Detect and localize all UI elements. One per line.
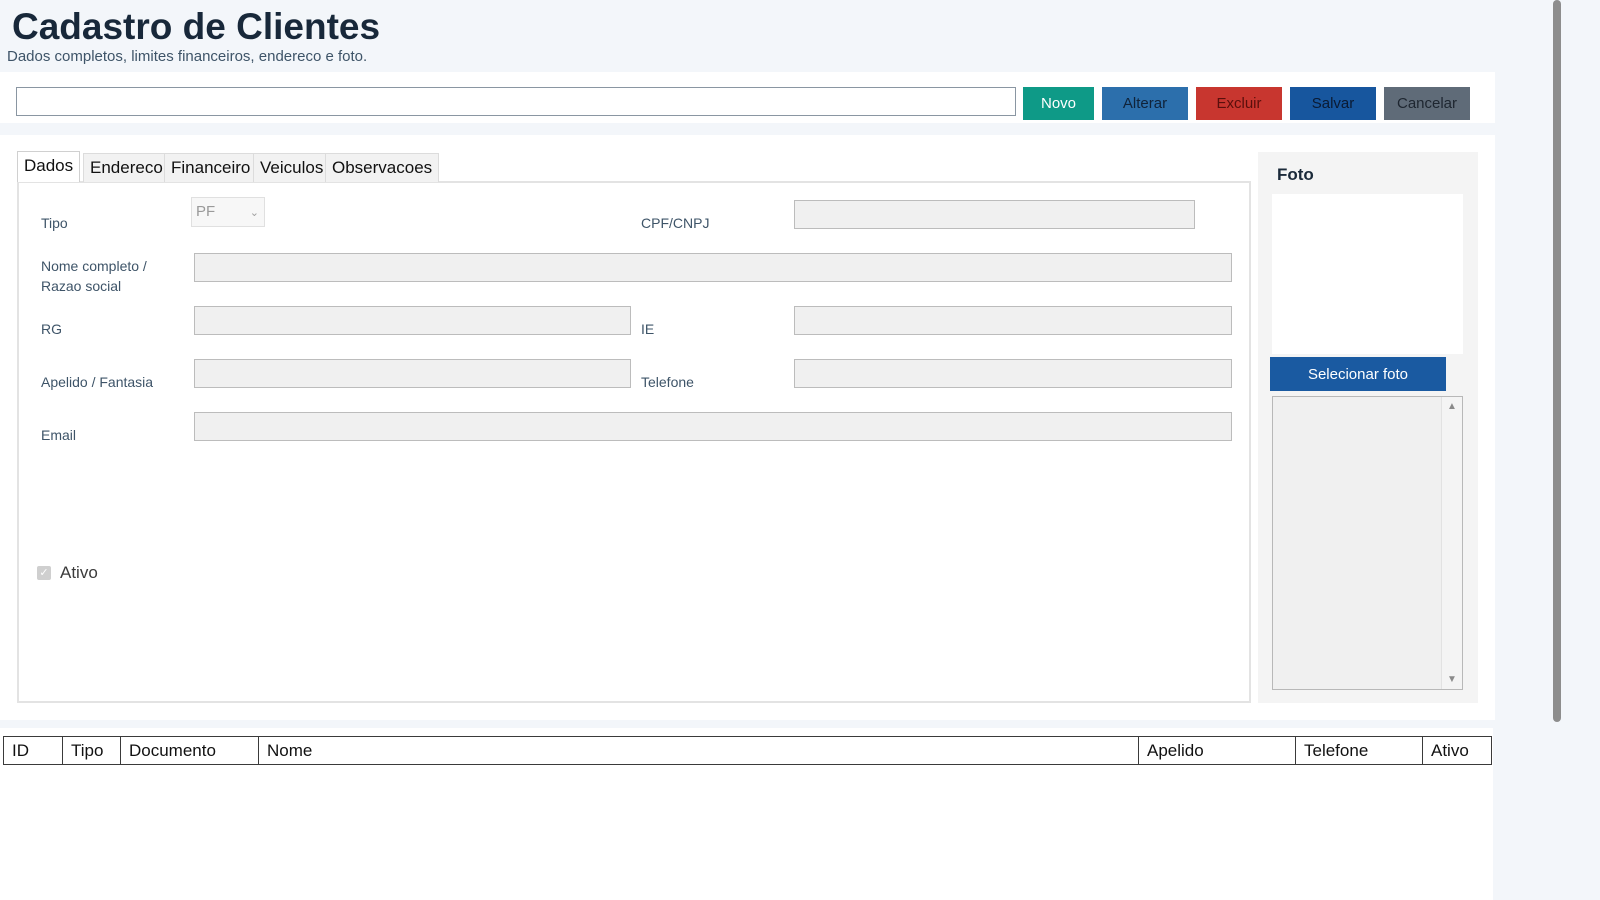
cpf-cnpj-field[interactable]: [794, 200, 1195, 229]
ie-field[interactable]: [794, 306, 1232, 335]
nome-field[interactable]: [194, 253, 1232, 282]
column-header-tipo[interactable]: Tipo: [63, 737, 121, 764]
excluir-button[interactable]: Excluir: [1196, 87, 1282, 120]
cpf-cnpj-label: CPF/CNPJ: [641, 215, 710, 231]
tab-dados[interactable]: Dados: [17, 151, 81, 182]
chevron-down-icon: ⌄: [249, 207, 259, 219]
column-header-id[interactable]: ID: [4, 737, 63, 764]
column-header-documento[interactable]: Documento: [121, 737, 259, 764]
scroll-up-icon[interactable]: ▲: [1447, 401, 1457, 412]
nome-label-line2: Razao social: [41, 278, 122, 294]
select-photo-button[interactable]: Selecionar foto: [1270, 357, 1446, 391]
column-header-telefone[interactable]: Telefone: [1296, 737, 1423, 764]
apelido-label: Apelido / Fantasia: [41, 374, 154, 390]
photo-preview: [1272, 194, 1463, 354]
page-subtitle: Dados completos, limites financeiros, en…: [7, 48, 368, 65]
tab-endereco[interactable]: Endereco: [83, 153, 170, 182]
page-title: Cadastro de Clientes: [12, 6, 381, 47]
foto-title: Foto: [1277, 165, 1314, 184]
photo-list-scrollbar[interactable]: ▲ ▼: [1441, 397, 1462, 689]
tipo-label: Tipo: [41, 215, 68, 231]
nome-label-line1: Nome completo /: [41, 258, 147, 274]
telefone-field[interactable]: [794, 359, 1232, 388]
tipo-select[interactable]: PF ⌄: [191, 197, 265, 227]
cancelar-button[interactable]: Cancelar: [1384, 87, 1470, 120]
novo-button[interactable]: Novo: [1023, 87, 1094, 120]
rg-label: RG: [41, 321, 62, 337]
page-scrollbar-thumb[interactable]: [1553, 0, 1561, 722]
column-header-nome[interactable]: Nome: [259, 737, 1139, 764]
column-header-apelido[interactable]: Apelido: [1139, 737, 1296, 764]
alterar-button[interactable]: Alterar: [1102, 87, 1188, 120]
search-input[interactable]: [16, 87, 1016, 116]
check-icon: ✓: [39, 567, 49, 579]
scroll-down-icon[interactable]: ▼: [1447, 674, 1457, 685]
telefone-label: Telefone: [641, 374, 694, 390]
ativo-label: Ativo: [60, 563, 98, 582]
rg-field[interactable]: [194, 306, 631, 335]
ativo-checkbox[interactable]: ✓: [37, 566, 51, 580]
column-header-ativo[interactable]: Ativo: [1423, 737, 1491, 764]
tab-financeiro[interactable]: Financeiro: [164, 153, 258, 182]
ie-label: IE: [641, 321, 655, 337]
email-label: Email: [41, 427, 77, 443]
photo-list[interactable]: ▲ ▼: [1272, 396, 1463, 690]
tipo-select-value: PF: [196, 203, 216, 220]
tab-veiculos[interactable]: Veiculos: [253, 153, 331, 182]
clients-grid-header: ID Tipo Documento Nome Apelido Telefone …: [3, 736, 1492, 765]
apelido-field[interactable]: [194, 359, 631, 388]
tab-observacoes[interactable]: Observacoes: [325, 153, 440, 182]
email-field[interactable]: [194, 412, 1232, 441]
salvar-button[interactable]: Salvar: [1290, 87, 1376, 120]
